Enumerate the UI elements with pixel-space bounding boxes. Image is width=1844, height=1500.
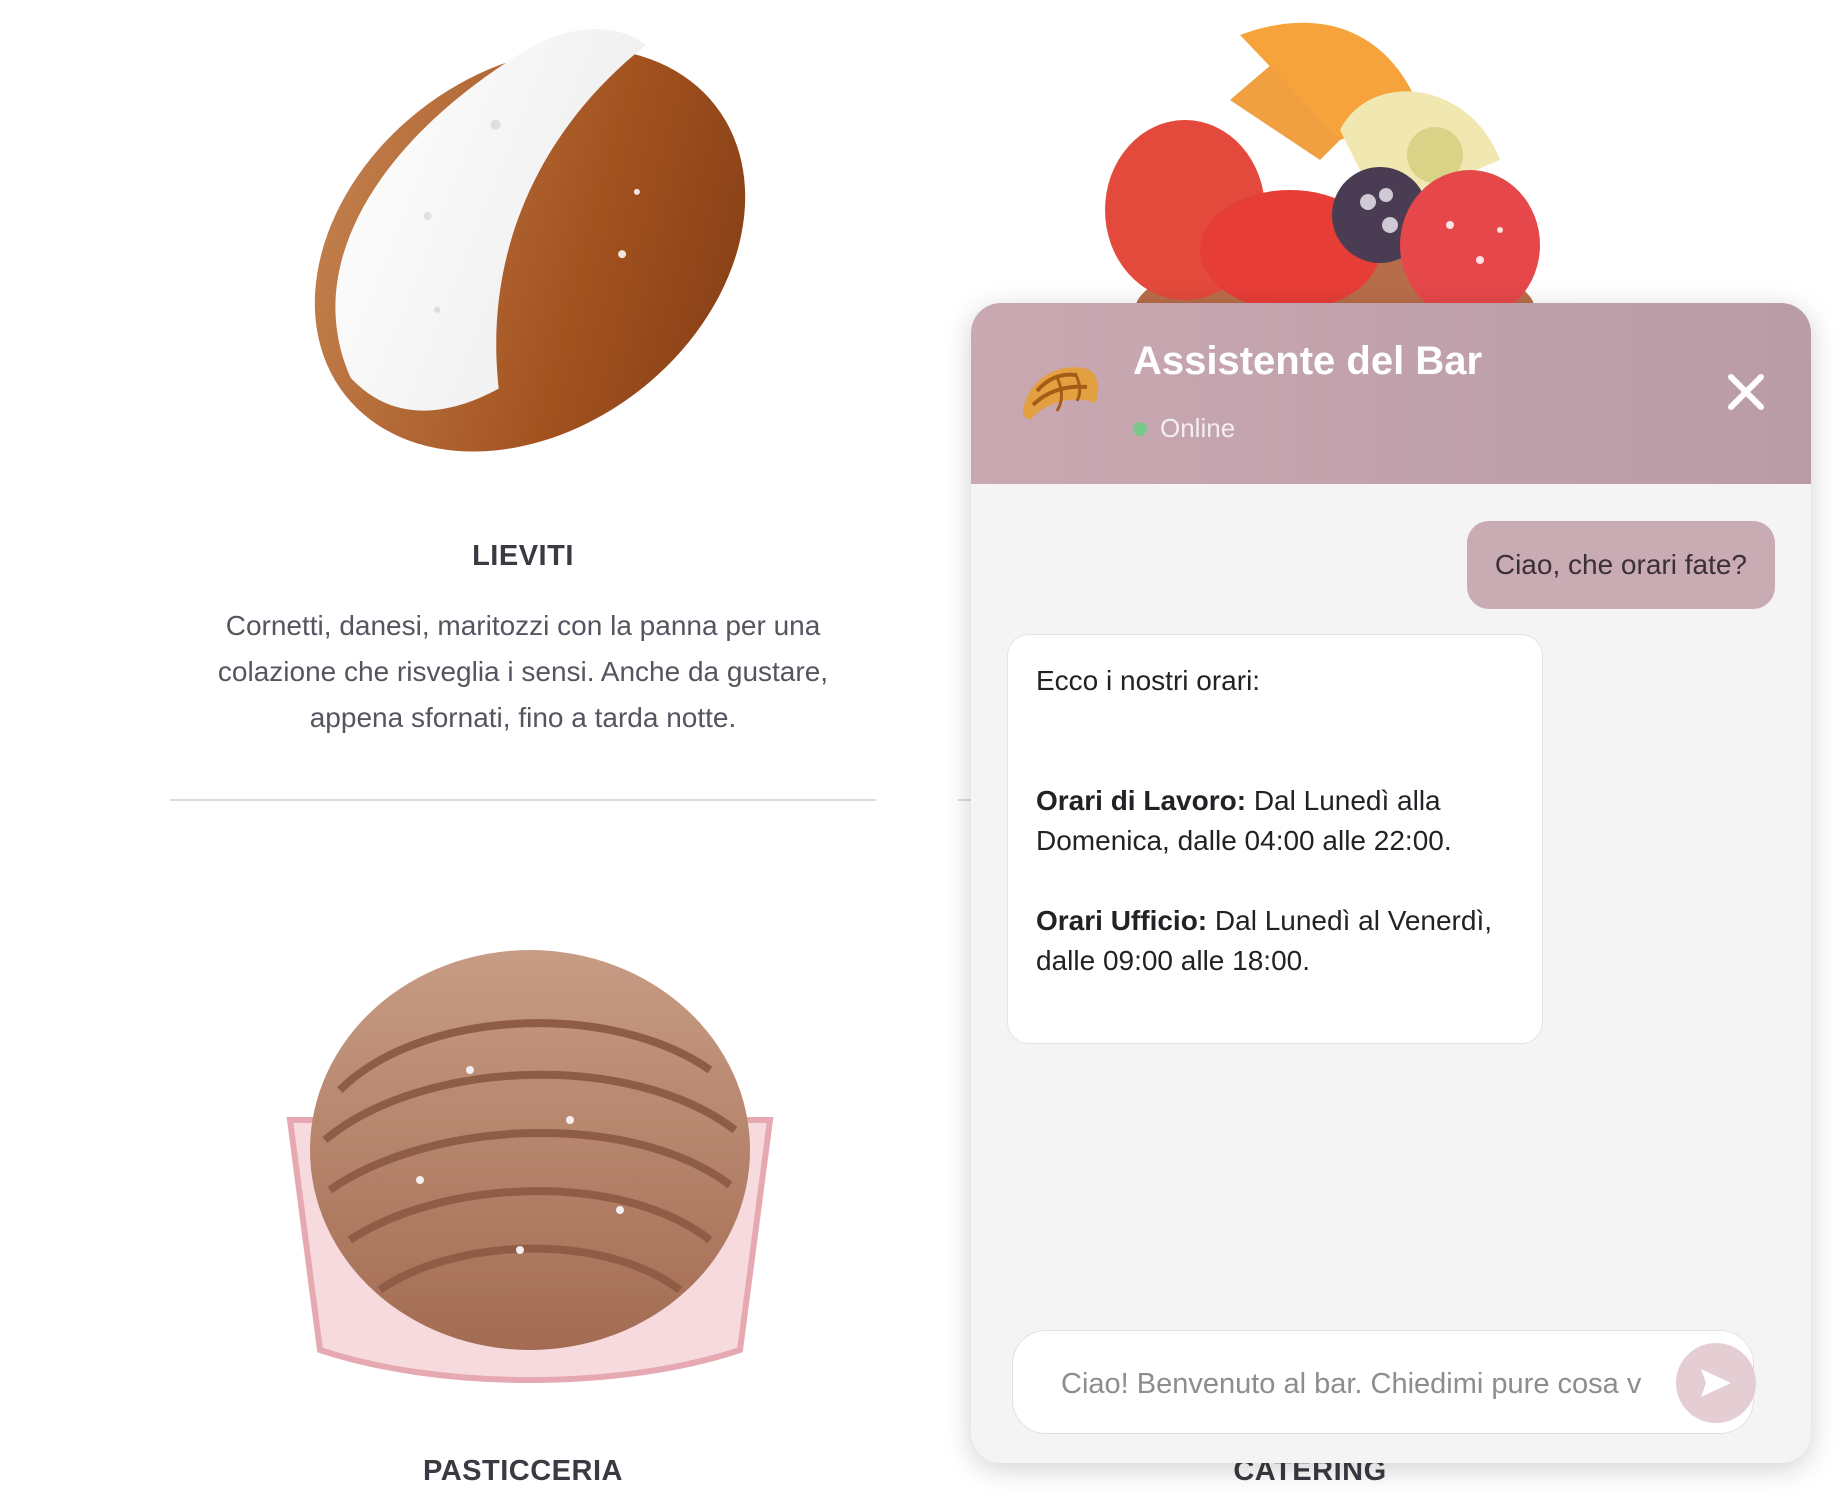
online-status-text: Online: [1160, 413, 1236, 443]
chat-input-container: [1012, 1330, 1756, 1434]
office-hours-label: Orari Ufficio:: [1036, 905, 1208, 936]
work-hours-label: Orari di Lavoro:: [1036, 785, 1247, 816]
maritozzo-image: [270, 10, 790, 490]
online-status-dot: [1133, 422, 1147, 436]
pasticceria-title: PASTICCERIA: [423, 1455, 623, 1487]
chat-widget: Assistente del Bar Online Ciao, che orar…: [971, 303, 1811, 1463]
close-button[interactable]: [1723, 369, 1769, 415]
chat-header: Assistente del Bar Online: [971, 303, 1811, 484]
chat-message-input[interactable]: [1059, 1355, 1645, 1413]
user-message: Ciao, che orari fate?: [1466, 521, 1775, 609]
work-hours-line: Orari di Lavoro: Dal Lunedì alla Domenic…: [1036, 781, 1514, 861]
lieviti-title: LIEVITI: [472, 540, 574, 572]
section-divider: [170, 799, 876, 801]
lieviti-description: Cornetti, danesi, maritozzi con la panna…: [217, 610, 829, 733]
croissant-icon: [1017, 351, 1103, 437]
chat-title: Assistente del Bar: [1133, 339, 1483, 383]
close-icon: [1728, 374, 1764, 410]
chat-messages: Ciao, che orari fate? Ecco i nostri orar…: [971, 484, 1811, 1284]
send-button[interactable]: [1676, 1343, 1756, 1423]
send-icon: [1701, 1369, 1731, 1397]
section-divider: [958, 799, 972, 801]
bot-message: Ecco i nostri orari: Orari di Lavoro: Da…: [1007, 634, 1543, 1044]
bot-intro-text: Ecco i nostri orari:: [1036, 665, 1261, 696]
fruit-tart-image: [1090, 10, 1570, 305]
office-hours-line: Orari Ufficio: Dal Lunedì al Venerdì, da…: [1036, 901, 1514, 981]
montblanc-image: [270, 920, 790, 1390]
